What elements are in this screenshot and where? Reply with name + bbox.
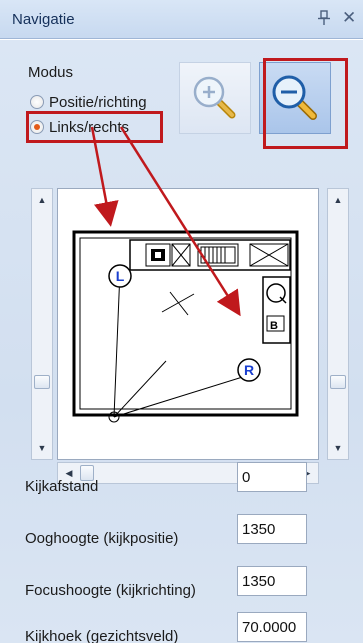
radio-position-direction[interactable]: Positie/richting	[30, 92, 147, 112]
pin-icon[interactable]	[317, 10, 331, 26]
radio-label: Positie/richting	[49, 93, 147, 111]
zoom-in-icon	[193, 76, 236, 119]
zoom-in-button[interactable]	[179, 62, 251, 134]
navigation-panel: Modus Positie/richting Links/rechts ▲ ▼	[0, 40, 363, 643]
label-focus-height: Focushoogte (kijkrichting)	[25, 582, 196, 599]
viewing-distance-input[interactable]	[237, 462, 307, 492]
scroll-up-arrow-icon[interactable]: ▲	[328, 189, 348, 211]
marker-right[interactable]: R	[244, 362, 254, 378]
label-view-angle: Kijkhoek (gezichtsveld)	[25, 628, 179, 643]
modus-label: Modus	[28, 64, 74, 81]
label-viewing-distance: Kijkafstand	[25, 478, 99, 495]
floor-plan-view[interactable]: B L R	[57, 188, 319, 460]
window-title: Navigatie	[12, 11, 75, 28]
radio-button[interactable]	[30, 95, 44, 109]
scroll-down-arrow-icon[interactable]: ▼	[32, 437, 52, 459]
close-icon[interactable]: ✕	[342, 8, 356, 28]
right-vertical-scrollbar[interactable]: ▲ ▼	[327, 188, 349, 460]
scroll-thumb[interactable]	[34, 375, 50, 389]
label-eye-height: Ooghoogte (kijkpositie)	[25, 530, 179, 547]
scroll-thumb[interactable]	[330, 375, 346, 389]
radio-label: Links/rechts	[49, 118, 130, 136]
floor-plan-drawing: B L R	[72, 230, 299, 423]
zoom-out-icon	[272, 75, 317, 120]
marker-left[interactable]: L	[116, 268, 125, 284]
scroll-up-arrow-icon[interactable]: ▲	[32, 189, 52, 211]
radio-left-right[interactable]: Links/rechts	[30, 117, 129, 137]
focus-height-input[interactable]	[237, 566, 307, 596]
radio-button-checked[interactable]	[30, 120, 44, 134]
view-angle-input[interactable]	[237, 612, 307, 642]
title-bar: Navigatie ✕	[0, 0, 363, 39]
zoom-out-button[interactable]	[259, 62, 331, 134]
svg-text:B: B	[270, 320, 278, 332]
scroll-down-arrow-icon[interactable]: ▼	[328, 437, 348, 459]
eye-height-input[interactable]	[237, 514, 307, 544]
left-vertical-scrollbar[interactable]: ▲ ▼	[31, 188, 53, 460]
